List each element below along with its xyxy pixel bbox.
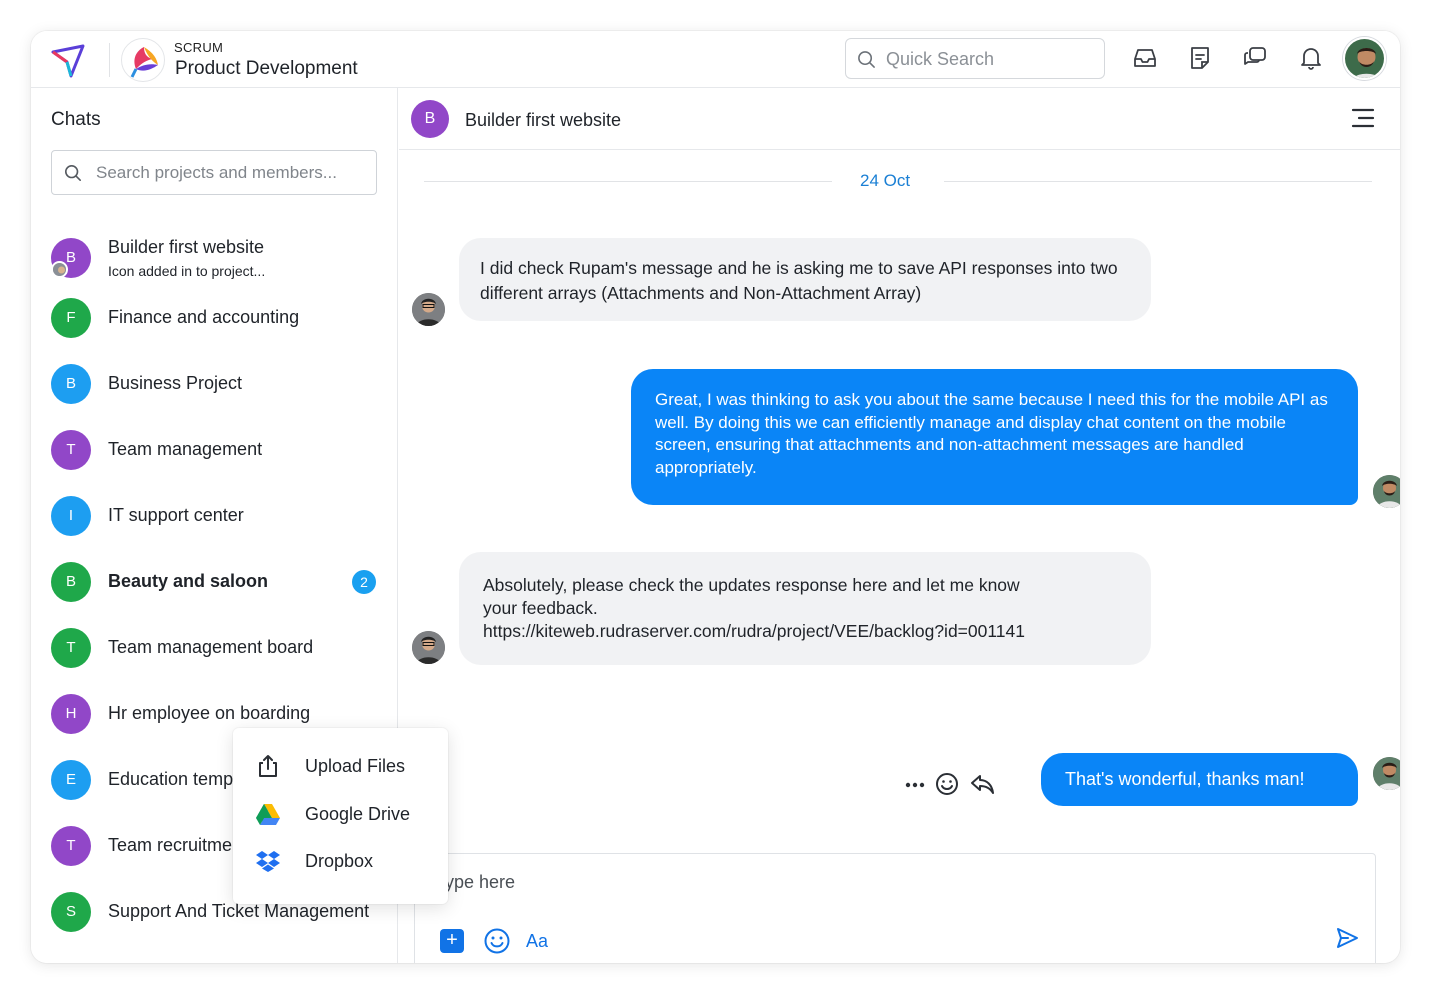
chat-item-name: IT support center (108, 505, 244, 525)
chat-avatar: E (51, 760, 91, 800)
app-logo-icon[interactable] (51, 44, 85, 78)
reply-icon[interactable] (969, 771, 995, 797)
chat-item-finance-and-accounting[interactable]: F Finance and accounting (31, 288, 398, 348)
chat-panel: B Builder first website 24 Oct I did che… (399, 88, 1400, 963)
unread-badge: 2 (352, 570, 376, 594)
emoji-reaction-icon[interactable] (934, 771, 960, 797)
google-drive-icon (256, 804, 280, 825)
quick-search-input[interactable] (886, 47, 1096, 71)
dropbox-icon (256, 851, 280, 872)
send-icon[interactable] (1335, 926, 1359, 950)
chat-avatar: B (51, 562, 91, 602)
menu-item-label: Upload Files (305, 756, 406, 776)
chat-avatar: S (51, 892, 91, 932)
message-bubble-outgoing[interactable]: That's wonderful, thanks man! (1041, 753, 1358, 806)
chat-item-name: Beauty and saloon (108, 571, 269, 591)
chat-item-name: Team recruitme (108, 835, 233, 855)
chat-item-name: Support And Ticket Management (108, 901, 370, 921)
quick-search[interactable] (845, 38, 1105, 79)
chat-item-name: Finance and accounting (108, 307, 300, 327)
inbox-icon[interactable] (1132, 45, 1158, 71)
sidebar-search[interactable] (51, 150, 377, 195)
chat-item-preview: Icon added in to project... (108, 263, 266, 279)
chat-avatar: B (51, 364, 91, 404)
chat-item-beauty-and-saloon[interactable]: B Beauty and saloon 2 (31, 552, 398, 612)
chat-icon[interactable] (1242, 45, 1268, 71)
message-actions (902, 771, 1002, 799)
chat-avatar: H (51, 694, 91, 734)
menu-icon[interactable] (1350, 107, 1376, 129)
more-icon[interactable] (902, 771, 928, 797)
chat-item-team-management[interactable]: T Team management (31, 420, 398, 480)
top-bar: SCRUM Product Development (31, 31, 1400, 88)
chat-header: B Builder first website (399, 88, 1400, 150)
message-bubble-outgoing[interactable]: Great, I was thinking to ask you about t… (631, 369, 1358, 505)
member-avatar (51, 261, 68, 278)
sender-avatar[interactable] (412, 293, 445, 326)
chat-item-name: Hr employee on boarding (108, 703, 311, 723)
menu-item-label: Dropbox (305, 851, 374, 871)
sender-avatar[interactable] (412, 631, 445, 664)
user-avatar[interactable] (1343, 37, 1386, 80)
my-avatar[interactable] (1373, 757, 1400, 790)
message-text: Absolutely, please check the updates res… (483, 575, 1020, 595)
upload-icon (259, 755, 277, 777)
project-avatar[interactable] (121, 38, 165, 82)
bell-icon[interactable] (1298, 45, 1324, 71)
divider (109, 43, 110, 77)
chat-avatar: T (51, 628, 91, 668)
message-composer: + Aa (414, 853, 1376, 963)
chat-header-title: Builder first website (465, 110, 622, 130)
chat-item-name: Business Project (108, 373, 243, 393)
project-title[interactable]: Product Development (175, 58, 358, 80)
message-link[interactable]: https://kiteweb.rudraserver.com/rudra/pr… (483, 620, 1131, 643)
menu-item-google-drive[interactable]: Google Drive (233, 791, 448, 837)
chat-item-business-project[interactable]: B Business Project (31, 354, 398, 414)
emoji-icon[interactable] (483, 927, 511, 955)
chat-header-avatar: B (411, 100, 449, 138)
message-bubble-incoming[interactable]: I did check Rupam's message and he is as… (459, 238, 1151, 321)
chat-item-name: Team management board (108, 637, 314, 657)
chat-item-builder-first-website[interactable]: B Builder first website Icon added in to… (31, 228, 398, 288)
date-separator: 24 Oct (424, 171, 1372, 191)
chat-avatar: T (51, 826, 91, 866)
attachment-menu: Upload Files Google Drive Dropbox (233, 728, 448, 904)
search-icon (64, 164, 82, 182)
chat-item-name: Builder first website (108, 237, 265, 257)
menu-item-label: Google Drive (305, 804, 411, 824)
message-input[interactable] (435, 872, 1335, 902)
message-text: That's wonderful, thanks man! (1065, 769, 1305, 789)
sidebar-title: Chats (51, 109, 101, 130)
date-label: 24 Oct (860, 171, 911, 190)
menu-item-upload-files[interactable]: Upload Files (233, 743, 448, 789)
notes-icon[interactable] (1187, 45, 1213, 71)
message-text: your feedback. (483, 598, 598, 618)
chat-avatar: F (51, 298, 91, 338)
search-icon (858, 51, 875, 68)
message-text: I did check Rupam's message and he is as… (480, 258, 1118, 303)
chat-avatar: T (51, 430, 91, 470)
my-avatar[interactable] (1373, 475, 1400, 508)
message-bubble-incoming[interactable]: Absolutely, please check the updates res… (459, 552, 1151, 665)
chat-avatar: I (51, 496, 91, 536)
attach-plus-button[interactable]: + (440, 929, 464, 953)
sidebar-search-input[interactable] (96, 162, 366, 184)
text-format-button[interactable]: Aa (526, 931, 548, 952)
chat-item-name: Team management (108, 439, 263, 459)
menu-item-dropbox[interactable]: Dropbox (233, 838, 448, 884)
chat-item-team-management-board[interactable]: T Team management board (31, 618, 398, 678)
message-text: Great, I was thinking to ask you about t… (655, 390, 1328, 477)
chat-item-name: Education temp (108, 769, 234, 789)
chat-item-it-support-center[interactable]: I IT support center (31, 486, 398, 546)
project-type: SCRUM (174, 40, 224, 55)
